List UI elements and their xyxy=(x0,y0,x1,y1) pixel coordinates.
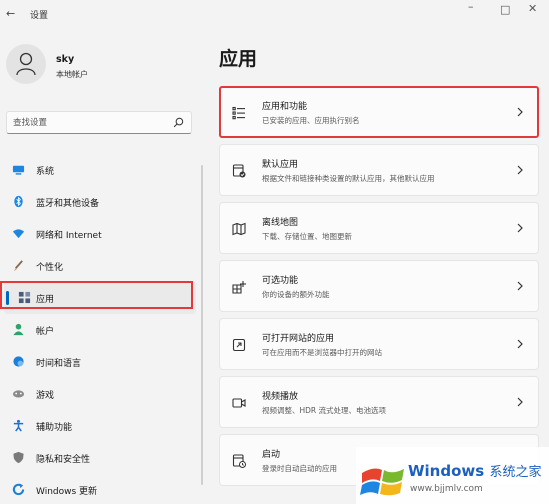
sidebar-item-label: 系统 xyxy=(36,167,55,177)
search-input[interactable] xyxy=(13,115,173,131)
sidebar-item-label: Windows 更新 xyxy=(36,487,98,497)
account-icon xyxy=(13,323,24,336)
sidebar-item-label: 游戏 xyxy=(36,391,55,401)
card-title: 离线地图 xyxy=(262,218,299,228)
sidebar-item-accounts[interactable]: 帐户 xyxy=(4,314,196,346)
minimize-button[interactable]: – xyxy=(468,0,474,13)
sidebar-item-gaming[interactable]: 游戏 xyxy=(4,378,196,410)
sidebar-item-windows-update[interactable]: Windows 更新 xyxy=(4,474,196,504)
app-title: 设置 xyxy=(30,11,49,21)
sidebar-item-label: 隐私和安全性 xyxy=(36,455,91,465)
brush-icon xyxy=(13,260,23,272)
card-offline-maps[interactable]: 离线地图 下载、存储位置、地图更新 xyxy=(219,202,539,254)
search-icon[interactable] xyxy=(173,117,184,128)
sidebar-item-accessibility[interactable]: 辅助功能 xyxy=(4,410,196,442)
card-subtitle: 登录时自动启动的应用 xyxy=(262,464,337,473)
card-subtitle: 视频调整、HDR 流式处理、电池选项 xyxy=(262,406,387,415)
person-icon xyxy=(16,52,36,76)
page-title: 应用 xyxy=(219,48,258,70)
highlight-box-apps-features xyxy=(219,86,539,138)
accessibility-icon xyxy=(13,419,24,432)
card-subtitle: 你的设备的额外功能 xyxy=(262,290,330,299)
globe-clock-icon xyxy=(13,356,24,367)
open-web-icon xyxy=(232,338,246,352)
bluetooth-icon xyxy=(14,195,23,208)
close-button[interactable]: ✕ xyxy=(528,2,537,15)
chevron-right-icon xyxy=(517,339,523,349)
windows-logo-icon xyxy=(360,468,404,496)
chevron-right-icon xyxy=(517,165,523,175)
chevron-right-icon xyxy=(517,281,523,291)
gamepad-icon xyxy=(12,390,25,398)
sidebar-item-privacy[interactable]: 隐私和安全性 xyxy=(4,442,196,474)
card-title: 视频播放 xyxy=(262,392,299,402)
maximize-button[interactable]: □ xyxy=(500,3,510,16)
card-subtitle: 可在应用而不是浏览器中打开的网站 xyxy=(262,348,382,357)
wifi-icon xyxy=(12,229,25,239)
watermark-brand: Windows 系统之家 xyxy=(408,461,541,480)
title-bar: ← 设置 – □ ✕ xyxy=(0,0,549,30)
default-app-icon xyxy=(232,164,246,178)
sidebar-nav: 系统 蓝牙和其他设备 网络和 Internet 个性化 应用 帐户 时间和语言 … xyxy=(4,154,196,504)
sidebar-item-system[interactable]: 系统 xyxy=(4,154,196,186)
startup-icon xyxy=(232,454,246,468)
map-icon xyxy=(232,222,246,236)
card-optional-features[interactable]: 可选功能 你的设备的额外功能 xyxy=(219,260,539,312)
user-name: sky xyxy=(56,54,75,65)
video-icon xyxy=(232,398,246,408)
scrollbar[interactable] xyxy=(201,165,203,485)
card-title: 可打开网站的应用 xyxy=(262,334,335,344)
watermark-url: www.bjjmlv.com xyxy=(410,484,483,494)
update-icon xyxy=(12,483,25,496)
sidebar-item-time-language[interactable]: 时间和语言 xyxy=(4,346,196,378)
sidebar-item-label: 个性化 xyxy=(36,263,64,273)
sidebar-item-network[interactable]: 网络和 Internet xyxy=(4,218,196,250)
sidebar-item-personalization[interactable]: 个性化 xyxy=(4,250,196,282)
shield-icon xyxy=(13,451,24,464)
card-subtitle: 根据文件和链接种类设置的默认应用，其他默认应用 xyxy=(262,174,435,183)
sidebar-item-label: 蓝牙和其他设备 xyxy=(36,199,100,209)
sidebar-item-label: 帐户 xyxy=(36,327,55,337)
watermark-brand-name: Windows xyxy=(408,462,485,480)
card-title: 可选功能 xyxy=(262,276,299,286)
card-title: 启动 xyxy=(262,450,281,460)
card-video-playback[interactable]: 视频播放 视频调整、HDR 流式处理、电池选项 xyxy=(219,376,539,428)
sidebar-item-label: 网络和 Internet xyxy=(36,231,102,241)
chevron-right-icon xyxy=(517,397,523,407)
avatar[interactable] xyxy=(6,44,46,84)
watermark-brand-suffix: 系统之家 xyxy=(489,465,542,480)
sidebar-item-label: 辅助功能 xyxy=(36,423,73,433)
sidebar-item-label: 时间和语言 xyxy=(36,359,82,369)
card-apps-for-websites[interactable]: 可打开网站的应用 可在应用而不是浏览器中打开的网站 xyxy=(219,318,539,370)
card-title: 默认应用 xyxy=(262,160,299,170)
optional-features-icon xyxy=(232,281,246,294)
back-button[interactable]: ← xyxy=(6,7,15,20)
highlight-box-apps xyxy=(0,281,193,309)
search-box[interactable] xyxy=(6,111,192,134)
chevron-right-icon xyxy=(517,223,523,233)
monitor-icon xyxy=(12,165,25,175)
sidebar-item-bluetooth[interactable]: 蓝牙和其他设备 xyxy=(4,186,196,218)
watermark: Windows 系统之家 www.bjjmlv.com xyxy=(356,447,549,504)
card-default-apps[interactable]: 默认应用 根据文件和链接种类设置的默认应用，其他默认应用 xyxy=(219,144,539,196)
account-type: 本地帐户 xyxy=(56,70,88,79)
card-subtitle: 下载、存储位置、地图更新 xyxy=(262,232,352,241)
